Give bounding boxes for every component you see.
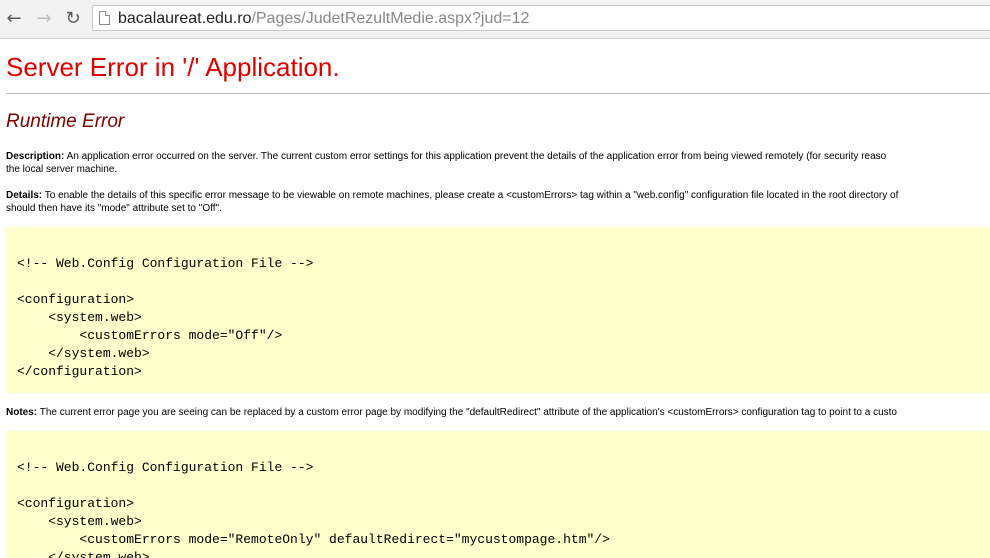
details-label: Details: bbox=[6, 190, 43, 201]
arrow-left-icon: ← bbox=[6, 8, 22, 29]
url-host: bacalaureat.edu.ro bbox=[118, 10, 252, 27]
url-path: /Pages/JudetRezultMedie.aspx?jud=12 bbox=[251, 10, 530, 27]
notes-paragraph: Notes: The current error page you are se… bbox=[6, 406, 990, 419]
description-paragraph: Description: An application error occurr… bbox=[6, 150, 990, 176]
notes-text: The current error page you are seeing ca… bbox=[37, 407, 897, 418]
browser-toolbar: ← → ↻ bacalaureat.edu.ro/Pages/JudetRezu… bbox=[0, 0, 990, 39]
details-paragraph: Details: To enable the details of this s… bbox=[6, 189, 990, 215]
url-text[interactable]: bacalaureat.edu.ro/Pages/JudetRezultMedi… bbox=[118, 9, 529, 29]
description-text-continued: the local server machine. bbox=[6, 164, 118, 175]
page-title: Server Error in '/' Application. bbox=[6, 52, 340, 82]
reload-icon: ↻ bbox=[65, 8, 81, 29]
details-text-continued: should then have its "mode" attribute se… bbox=[6, 203, 222, 214]
title-divider bbox=[6, 93, 990, 94]
error-subtitle: Runtime Error bbox=[6, 111, 125, 132]
address-bar[interactable]: bacalaureat.edu.ro/Pages/JudetRezultMedi… bbox=[92, 5, 990, 31]
forward-button[interactable]: → bbox=[33, 8, 55, 30]
details-text: To enable the details of this specific e… bbox=[42, 190, 899, 201]
back-button[interactable]: ← bbox=[3, 8, 25, 30]
arrow-right-icon: → bbox=[36, 8, 52, 29]
reload-button[interactable]: ↻ bbox=[62, 8, 84, 30]
code-block-remote-only: <!-- Web.Config Configuration File --> <… bbox=[6, 431, 990, 558]
notes-label: Notes: bbox=[6, 407, 38, 418]
description-text: An application error occurred on the ser… bbox=[64, 151, 887, 162]
code-remote-only: <!-- Web.Config Configuration File --> <… bbox=[17, 460, 610, 558]
code-block-config-off: <!-- Web.Config Configuration File --> <… bbox=[6, 227, 990, 393]
description-label: Description: bbox=[6, 151, 65, 162]
page-icon bbox=[99, 11, 110, 25]
code-config-off: <!-- Web.Config Configuration File --> <… bbox=[17, 256, 314, 379]
page-content: Server Error in '/' Application. Runtime… bbox=[0, 38, 990, 558]
